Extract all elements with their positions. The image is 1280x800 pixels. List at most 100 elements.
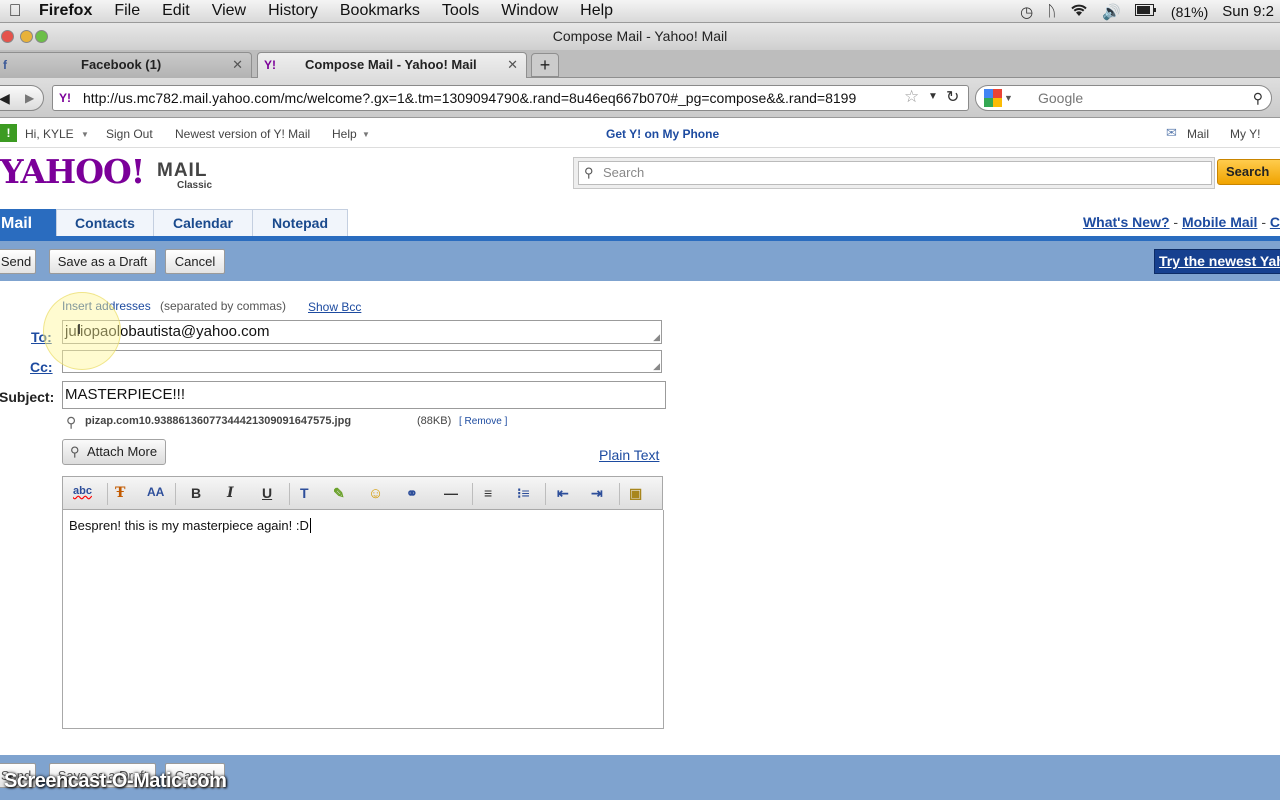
menu-bookmarks[interactable]: Bookmarks [329,2,431,20]
tab-mail[interactable]: Mail [0,209,56,236]
apple-icon[interactable]:  [0,1,30,21]
whats-new-link[interactable]: What's New? [1083,214,1170,230]
menu-window[interactable]: Window [490,2,569,20]
highlight-icon[interactable]: ✎ [333,485,345,502]
url-bar[interactable]: Y! http://us.mc782.mail.yahoo.com/mc/wel… [52,85,969,111]
menu-history[interactable]: History [257,2,329,20]
tab-notepad[interactable]: Notepad [252,209,348,236]
time-machine-icon[interactable]: ◷ [1020,3,1033,21]
outdent-icon[interactable]: ⇤ [557,485,569,502]
list-icon[interactable]: ⁝≡ [517,485,530,502]
remove-attachment-link[interactable]: [ Remove ] [459,416,507,427]
mail-search-box: ⚲ Search [573,157,1215,189]
attach-more-button[interactable]: ⚲ Attach More [62,439,166,465]
get-y-on-phone-link[interactable]: Get Y! on My Phone [606,127,719,141]
tab-label: Compose Mail - Yahoo! Mail [305,57,477,72]
text-cursor [309,518,311,533]
back-icon[interactable]: ◀ [0,90,10,107]
close-tab-icon[interactable]: ✕ [232,53,243,77]
yahoo-messenger-icon[interactable]: ! [0,124,17,142]
align-icon[interactable]: ≡ [484,485,492,501]
classic-label: Classic [177,180,213,191]
emoticon-icon[interactable]: ☺ [368,485,383,502]
google-icon[interactable] [984,89,1002,107]
window-title-bar: Compose Mail - Yahoo! Mail [0,23,1280,50]
mail-search-button-label: Search [1226,164,1270,179]
font-size-icon[interactable]: AA [147,485,164,499]
reload-icon[interactable]: ↻ [946,87,959,107]
resize-grip-icon[interactable]: ◢ [653,362,660,371]
attachment-name: pizap.com10.9388613607734442130909164757… [85,415,352,427]
try-newest-yahoo-button[interactable]: Try the newest Yah [1154,249,1280,274]
tab-contacts[interactable]: Contacts [56,209,154,236]
search-icon[interactable]: ⚲ [1253,86,1263,110]
tab-calendar[interactable]: Calendar [153,209,253,236]
mobile-mail-link[interactable]: Mobile Mail [1182,214,1257,230]
web-search-placeholder: Google [1038,90,1084,106]
italic-icon[interactable]: I [227,485,234,501]
menu-edit[interactable]: Edit [151,2,201,20]
site-identity-icon[interactable]: Y! [59,86,71,110]
search-engine-dropdown-icon[interactable]: ▼ [1004,86,1013,110]
plain-text-link[interactable]: Plain Text [599,447,659,463]
url-dropdown-icon[interactable]: ▼ [928,91,938,102]
cancel-button[interactable]: Cancel [165,249,225,274]
cc-label[interactable]: Cc: [30,359,53,375]
volume-icon[interactable]: 🔊 [1102,3,1121,21]
separated-hint: (separated by commas) [160,299,287,313]
stationery-icon[interactable]: ▣ [629,485,642,502]
my-yahoo-link[interactable]: My Y! [1230,127,1260,141]
wifi-icon[interactable] [1070,3,1088,21]
insert-link-icon[interactable]: ⚭ [406,485,418,502]
forward-icon[interactable]: ▶ [25,91,34,105]
tab-compose-mail[interactable]: Y! Compose Mail - Yahoo! Mail ✕ [257,52,527,78]
subject-field[interactable]: MASTERPIECE!!! [62,381,666,409]
to-field[interactable]: juliopaolobautista@yahoo.com ◢ [62,320,662,344]
text-cursor-icon: I [77,321,82,338]
horizontal-rule-icon[interactable]: — [444,485,458,501]
close-tab-icon[interactable]: ✕ [507,53,518,77]
font-family-icon[interactable]: Ŧ [115,485,125,501]
bluetooth-icon[interactable]: ᚢ [1047,3,1056,20]
bold-icon[interactable]: B [191,485,201,501]
clock[interactable]: Sun 9:2 [1222,3,1274,20]
message-body-editor[interactable]: Bespren! this is my masterpiece again! :… [62,510,664,729]
minimize-window-icon[interactable] [20,30,33,43]
show-bcc-link[interactable]: Show Bcc [308,300,361,314]
mail-search-button[interactable]: Search [1217,159,1280,185]
menu-view[interactable]: View [201,2,257,20]
new-tab-button[interactable]: + [531,53,559,77]
greeting[interactable]: Hi, KYLE [25,127,74,141]
cc-field[interactable]: ◢ [62,350,662,373]
yahoo-logo[interactable]: YAHOO! [0,152,145,191]
cursor-highlight [43,292,121,370]
menu-firefox[interactable]: Firefox [30,2,103,20]
truncated-link[interactable]: C [1270,214,1280,230]
url-text: http://us.mc782.mail.yahoo.com/mc/welcom… [83,90,857,106]
battery-icon[interactable] [1134,3,1157,20]
paperclip-icon: ⚲ [66,414,77,430]
text-color-icon[interactable]: T [300,485,309,501]
subject-label: Subject: [0,389,55,405]
mail-search-input[interactable]: ⚲ Search [578,161,1212,185]
web-search-field[interactable]: ▼ Google ⚲ [975,85,1272,111]
indent-icon[interactable]: ⇥ [591,485,603,502]
spellcheck-icon[interactable]: abc [73,485,92,497]
mac-menu-bar:  Firefox File Edit View History Bookmar… [0,0,1280,23]
underline-icon[interactable]: U [262,485,272,501]
menu-file[interactable]: File [103,2,151,20]
zoom-window-icon[interactable] [35,30,48,43]
resize-grip-icon[interactable]: ◢ [653,333,660,342]
sign-out-link[interactable]: Sign Out [106,127,153,141]
tab-facebook[interactable]: f Facebook (1) ✕ [0,52,252,78]
help-link[interactable]: Help [332,127,357,141]
bookmark-star-icon[interactable]: ☆ [904,87,919,107]
save-draft-button[interactable]: Save as a Draft [49,249,156,274]
menu-help[interactable]: Help [569,2,624,20]
newest-version-link[interactable]: Newest version of Y! Mail [175,127,310,141]
close-window-icon[interactable] [1,30,14,43]
menu-tools[interactable]: Tools [431,2,490,20]
tab-label: Facebook (1) [81,57,162,72]
mail-link[interactable]: Mail [1187,127,1209,141]
send-button[interactable]: Send [0,249,36,274]
